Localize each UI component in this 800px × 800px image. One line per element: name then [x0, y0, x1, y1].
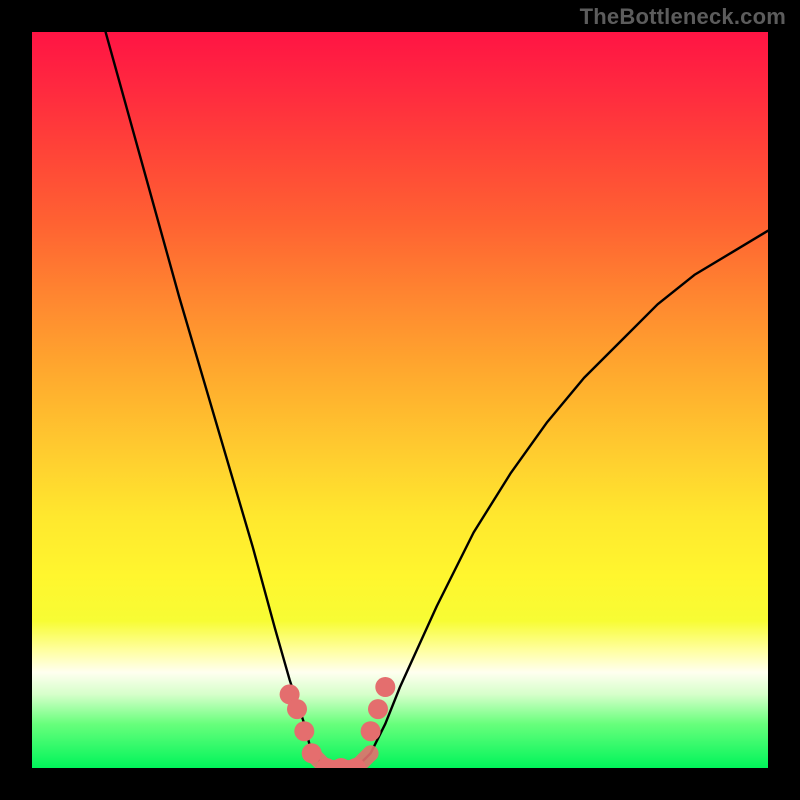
bottleneck-curve	[106, 32, 768, 768]
chart-frame: TheBottleneck.com	[0, 0, 800, 800]
valley-connector	[312, 753, 371, 768]
bottleneck-curve-svg	[32, 32, 768, 768]
attribution-label: TheBottleneck.com	[580, 4, 786, 30]
plot-area	[32, 32, 768, 768]
